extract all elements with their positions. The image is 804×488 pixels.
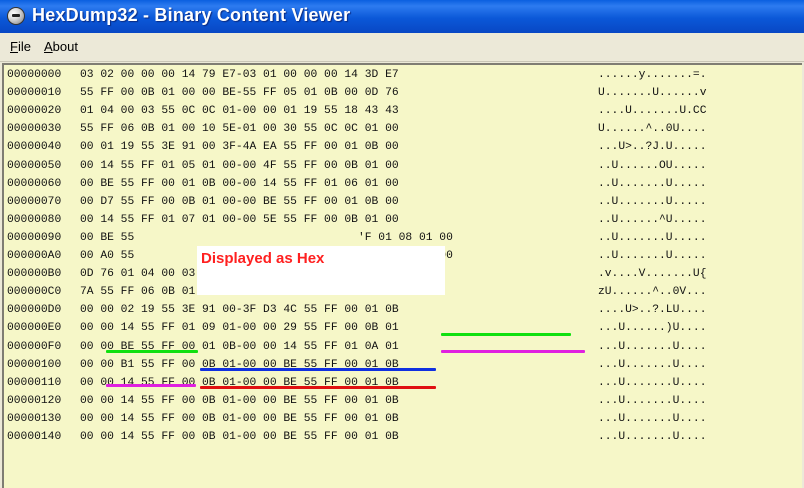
row-ascii: ..U.......U..... — [598, 195, 707, 208]
hex-row: 00000140 00 00 14 55 FF 00 0B 01-00 00 BE… — [4, 429, 800, 447]
hex-row: 00000130 00 00 14 55 FF 00 0B 01-00 00 BE… — [4, 411, 800, 429]
row-address: 00000000 — [7, 69, 62, 81]
row-ascii: ..U.......U..... — [598, 177, 707, 190]
row-ascii: .v....V.......U{ — [598, 268, 707, 281]
window-title: HexDump32 - Binary Content Viewer — [32, 5, 351, 25]
row-address: 00000100 — [7, 358, 62, 371]
hex-row: 00000050 00 14 55 FF 01 05 01 00-00 4F 55… — [4, 158, 800, 176]
row-ascii: ...U.......U.... — [598, 412, 707, 425]
row-ascii: ..U.......U..... — [598, 250, 707, 262]
hex-row: 00000060 00 BE 55 FF 00 01 0B 00-00 14 55… — [4, 176, 800, 194]
row-ascii: ..U......^U..... — [598, 213, 707, 226]
row-address: 000000D0 — [7, 304, 62, 317]
menu-file-label: ile — [17, 39, 31, 54]
row-ascii: ...U.......U.... — [598, 376, 707, 389]
row-hex-bytes: 00 14 55 FF 01 05 01 00-00 4F 55 FF 00 0… — [80, 159, 399, 172]
menu-about-label: bout — [52, 39, 78, 54]
row-hex-bytes: 00 00 02 19 55 3E 91 00-3F D3 4C 55 FF 0… — [80, 304, 399, 317]
row-address: 00000010 — [7, 87, 62, 100]
row-address: 000000F0 — [7, 340, 62, 353]
annotation-underline-magenta — [106, 384, 196, 387]
menu-file-accelerator: F — [10, 39, 18, 54]
hex-annotation-label: Displayed as Hex — [201, 250, 325, 267]
row-ascii: ....U.......U.CC — [598, 105, 707, 118]
row-ascii: ...U.......U.... — [598, 431, 707, 443]
row-ascii: ...U.......U.... — [598, 358, 707, 371]
hex-row: 00000030 55 FF 06 0B 01 00 10 5E-01 00 30… — [4, 121, 800, 139]
row-ascii: ....U>..?.LU.... — [598, 304, 707, 317]
row-ascii: ...U.......U.... — [598, 340, 707, 353]
row-address: 00000070 — [7, 195, 62, 208]
row-address: 000000A0 — [7, 250, 62, 262]
row-address: 00000040 — [7, 141, 62, 154]
row-hex-bytes: 00 14 55 FF 01 07 01 00-00 5E 55 FF 00 0… — [80, 213, 399, 226]
hex-row: 00000040 00 01 19 55 3E 91 00 3F-4A EA 55… — [4, 139, 800, 157]
annotation-underline-green — [106, 350, 198, 353]
row-address: 00000060 — [7, 177, 62, 190]
hex-row: 00000070 00 D7 55 FF 00 0B 01 00-00 BE 55… — [4, 194, 800, 212]
row-hex-bytes: 00 00 14 55 FF 00 0B 01-00 00 BE 55 FF 0… — [80, 394, 399, 407]
row-ascii: ..U......OU..... — [598, 159, 707, 172]
row-hex-bytes: 00 D7 55 FF 00 0B 01 00-00 BE 55 FF 00 0… — [80, 195, 399, 208]
row-address: 00000120 — [7, 394, 62, 407]
hex-row: 00000080 00 14 55 FF 01 07 01 00-00 5E 55… — [4, 212, 800, 230]
hex-row: 00000120 00 00 14 55 FF 00 0B 01-00 00 BE… — [4, 393, 800, 411]
row-ascii: U......^..0U.... — [598, 123, 707, 136]
annotation-underline-blue — [200, 368, 436, 371]
hex-view[interactable]: 00000000 03 02 00 00 00 14 79 E7-03 01 00… — [2, 63, 802, 488]
menu-about[interactable]: About — [44, 39, 78, 54]
row-address: 00000090 — [7, 231, 62, 244]
hex-row: 000000D0 00 00 02 19 55 3E 91 00-3F D3 4C… — [4, 302, 800, 320]
menu-about-accelerator: A — [44, 39, 53, 54]
row-ascii: ...U>..?J.U..... — [598, 141, 707, 154]
hex-row: 000000F0 00 00 BE 55 FF 00 01 0B-00 00 14… — [4, 339, 800, 357]
hex-row: 00000000 03 02 00 00 00 14 79 E7-03 01 00… — [4, 67, 800, 85]
row-hex-bytes: 03 02 00 00 00 14 79 E7-03 01 00 00 00 1… — [80, 69, 399, 81]
row-hex-bytes: 00 01 19 55 3E 91 00 3F-4A EA 55 FF 00 0… — [80, 141, 399, 154]
row-address: 00000020 — [7, 105, 62, 118]
row-address: 00000030 — [7, 123, 62, 136]
row-hex-bytes: 00 BE 55 FF 00 01 0B 00-00 14 55 FF 01 0… — [80, 177, 399, 190]
row-address: 00000140 — [7, 431, 62, 443]
hex-row: 00000020 01 04 00 03 55 0C 0C 01-00 00 01… — [4, 103, 800, 121]
row-address: 000000C0 — [7, 286, 62, 299]
row-hex-bytes: 55 FF 06 0B 01 00 10 5E-01 00 30 55 0C 0… — [80, 123, 399, 136]
row-hex-bytes: 00 BE 55 'F 01 08 01 00 — [80, 231, 453, 244]
row-ascii: ...U......)U.... — [598, 322, 707, 335]
row-ascii: U.......U......v — [598, 87, 707, 100]
row-address: 00000130 — [7, 412, 62, 425]
row-address: 00000050 — [7, 159, 62, 172]
hex-row: 00000100 00 00 B1 55 FF 00 0B 01-00 00 BE… — [4, 357, 800, 375]
menu-bar: File About — [0, 33, 804, 62]
title-bar[interactable]: HexDump32 - Binary Content Viewer — [0, 0, 804, 33]
row-address: 00000110 — [7, 376, 62, 389]
row-address: 000000E0 — [7, 322, 62, 335]
row-hex-bytes: 00 00 14 55 FF 00 0B 01-00 00 BE 55 FF 0… — [80, 412, 399, 425]
annotation-underline-magenta — [441, 350, 585, 353]
row-hex-bytes: 00 00 14 55 FF 00 0B 01-00 00 BE 55 FF 0… — [80, 431, 399, 443]
menu-file[interactable]: File — [10, 39, 31, 54]
row-hex-bytes: 00 00 14 55 FF 01 09 01-00 00 29 55 FF 0… — [80, 322, 399, 335]
row-ascii: ......y.......=. — [598, 69, 707, 81]
app-icon[interactable] — [7, 7, 25, 25]
hex-row: 00000010 55 FF 00 0B 01 00 00 BE-55 FF 05… — [4, 85, 800, 103]
row-hex-bytes: 55 FF 00 0B 01 00 00 BE-55 FF 05 01 0B 0… — [80, 87, 399, 100]
annotation-underline-red — [200, 386, 436, 389]
row-ascii: zU......^..0V... — [598, 286, 707, 299]
hex-row: 000000E0 00 00 14 55 FF 01 09 01-00 00 29… — [4, 320, 800, 338]
row-address: 00000080 — [7, 213, 62, 226]
row-ascii: ...U.......U.... — [598, 394, 707, 407]
row-ascii: ..U.......U..... — [598, 231, 707, 244]
row-address: 000000B0 — [7, 268, 62, 281]
annotation-underline-green — [441, 333, 571, 336]
row-hex-bytes: 01 04 00 03 55 0C 0C 01-00 00 01 19 55 1… — [80, 105, 399, 118]
